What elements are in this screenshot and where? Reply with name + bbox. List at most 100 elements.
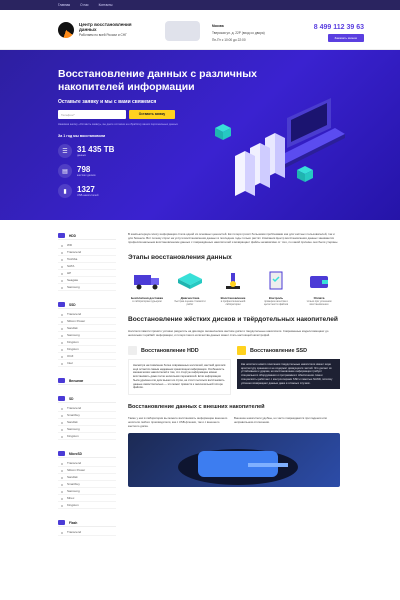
sidebar-item[interactable]: Samsung bbox=[58, 332, 116, 339]
sidebar-group: HDD WD Transcend Toshiba SATA HP Seagate Samsun… bbox=[58, 232, 116, 291]
external-text: Также у нас в лаборатории вы можете восс… bbox=[128, 416, 340, 428]
sidebar-group-title: HDD bbox=[69, 233, 76, 238]
sidebar-item[interactable]: Samsung bbox=[58, 426, 116, 433]
sidebar-item[interactable]: Sandisk bbox=[58, 474, 116, 481]
sidebar-item[interactable]: Kingston bbox=[58, 346, 116, 353]
hdd-icon: ▤ bbox=[58, 164, 72, 179]
sidebar-item[interactable]: Transcend bbox=[58, 249, 116, 256]
sidebar-item[interactable]: Silicon Power bbox=[58, 318, 116, 325]
sidebar-item[interactable]: Seagate bbox=[58, 277, 116, 284]
drive-icon bbox=[58, 378, 65, 383]
phone-block: 8 499 112 39 63 Заказать звонок bbox=[314, 24, 364, 42]
top-nav: Главная О нас Контакты bbox=[0, 0, 400, 10]
sidebar-group: MicroSD Transcend Silicon Power Sandisk Smar… bbox=[58, 450, 116, 509]
sidebar-item[interactable]: Samsung bbox=[58, 488, 116, 495]
sidebar-group-title: MicroSD bbox=[69, 451, 82, 456]
drive-icon bbox=[58, 451, 65, 456]
step-desc: проверка качества и целостности файлов bbox=[263, 300, 289, 307]
sidebar-group-title: SD bbox=[69, 396, 74, 401]
nav-item-contacts[interactable]: Контакты bbox=[99, 3, 113, 7]
step-item: Оплата только при успешном восстановлени… bbox=[300, 268, 338, 306]
card-body: Несмотря на появление более современных … bbox=[128, 359, 231, 395]
hero-title: Восстановление данных с различных накопи… bbox=[58, 68, 258, 93]
sidebar-group-header[interactable]: HDD bbox=[58, 232, 116, 240]
logo-icon[interactable] bbox=[58, 21, 74, 38]
database-icon: ☰ bbox=[58, 144, 72, 159]
hdd-intro: Носители памяти принято условно разделят… bbox=[128, 329, 329, 338]
sidebar-item[interactable]: Kingston bbox=[58, 339, 116, 346]
stat-label: USB-накопителей bbox=[77, 193, 99, 197]
main-content: В компьютерную эпоху информация стала од… bbox=[128, 232, 340, 546]
sidebar-item[interactable]: Mirex bbox=[58, 495, 116, 502]
step-desc: в профессиональной лаборатории bbox=[220, 300, 246, 307]
intro-text: В компьютерную эпоху информация стала од… bbox=[128, 232, 339, 244]
recovery-cards: Восстановление HDD Несмотря на появление… bbox=[128, 345, 340, 395]
card-body: Как носители нового поколения твердотель… bbox=[237, 359, 340, 390]
sidebar-group-title: Внешние bbox=[69, 378, 84, 383]
sidebar-item[interactable]: Intel bbox=[58, 360, 116, 367]
sidebar-item[interactable]: Kingston bbox=[58, 502, 116, 509]
sidebar-group-header[interactable]: Внешние bbox=[58, 377, 116, 385]
sidebar-item[interactable]: Transcend bbox=[58, 529, 116, 536]
sidebar-item[interactable]: Samsung bbox=[58, 284, 116, 291]
hdd-section-title: Восстановление жёстких дисков и твёрдоте… bbox=[128, 316, 338, 324]
sidebar-item[interactable]: Sandisk bbox=[58, 419, 116, 426]
stat-value: 31 435 ТВ bbox=[77, 144, 115, 154]
sidebar-group: Внешние bbox=[58, 377, 116, 385]
sidebar-item[interactable]: Smartbuy bbox=[58, 481, 116, 488]
step-desc: в лабораторию курьером bbox=[132, 300, 162, 303]
drive-icon bbox=[58, 233, 65, 238]
consent-note: Нажимая кнопку «Оставить заявку», вы дае… bbox=[58, 123, 178, 126]
sidebar-group-header[interactable]: Flash bbox=[58, 519, 116, 527]
stat-label: данных bbox=[77, 153, 86, 157]
stat-value: 1327 bbox=[77, 184, 95, 194]
sidebar-group-title: Flash bbox=[69, 520, 78, 525]
phone-number[interactable]: 8 499 112 39 63 bbox=[314, 24, 364, 31]
step-item: Восстановление в профессиональной лабора… bbox=[214, 268, 252, 306]
external-drive-image bbox=[128, 433, 340, 488]
contact-address: Тверская ул. д. 22Р (вход со двора) bbox=[212, 31, 265, 35]
sidebar-group-header[interactable]: MicroSD bbox=[58, 450, 116, 458]
sidebar-item[interactable]: Sandisk bbox=[58, 325, 116, 332]
card-hdd: Восстановление HDD Несмотря на появление… bbox=[128, 345, 231, 395]
stat-value: 798 bbox=[77, 164, 91, 174]
submit-request-button[interactable]: Оставить заявку bbox=[129, 110, 175, 119]
steps-title: Этапы восстановления данных bbox=[128, 254, 232, 261]
phone-input[interactable]: Телефон* bbox=[58, 110, 126, 119]
nav-item-about[interactable]: О нас bbox=[80, 3, 89, 7]
sidebar-item[interactable]: Kingston bbox=[58, 433, 116, 440]
checklist-icon bbox=[257, 268, 295, 294]
sidebar-group-header[interactable]: SSD bbox=[58, 301, 116, 309]
contacts-block: Москва Тверская ул. д. 22Р (вход со двор… bbox=[212, 24, 265, 42]
external-section-title: Восстановление данных с внешних накопите… bbox=[128, 403, 265, 410]
site-header: Центр восстановления данных Работаем по … bbox=[0, 10, 400, 50]
sidebar-item[interactable]: Toshiba bbox=[58, 256, 116, 263]
sidebar-item[interactable]: SATA bbox=[58, 263, 116, 270]
step-item: Диагностика быстрая оценка стоимости раб… bbox=[171, 268, 209, 306]
sidebar-item[interactable]: Transcend bbox=[58, 311, 116, 318]
sidebar-item[interactable]: OCZ bbox=[58, 353, 116, 360]
drive-icon bbox=[58, 520, 65, 525]
category-sidebar: HDD WD Transcend Toshiba SATA HP Seagate Samsun… bbox=[58, 232, 116, 546]
sidebar-item[interactable]: HP bbox=[58, 270, 116, 277]
step-item: Контроль проверка качества и целостности… bbox=[257, 268, 295, 306]
sidebar-group-title: SSD bbox=[69, 302, 76, 307]
drive-icon bbox=[58, 302, 65, 307]
sidebar-group-header[interactable]: SD bbox=[58, 395, 116, 403]
server-illustration bbox=[215, 98, 345, 196]
sidebar-item[interactable]: Silicon Power bbox=[58, 467, 116, 474]
brand: Центр восстановления данных Работаем по … bbox=[79, 22, 149, 37]
nav-item-home[interactable]: Главная bbox=[58, 3, 70, 7]
steps-list: Бесплатная доставка в лабораторию курьер… bbox=[128, 268, 340, 306]
card-title: Восстановление SSD bbox=[250, 347, 308, 354]
sidebar-item[interactable]: Transcend bbox=[58, 405, 116, 412]
sidebar-item[interactable]: Transcend bbox=[58, 460, 116, 467]
sidebar-group: SSD Transcend Silicon Power Sandisk Samsung K… bbox=[58, 301, 116, 367]
callback-button[interactable]: Заказать звонок bbox=[327, 34, 364, 42]
sidebar-item[interactable]: Smartbuy bbox=[58, 412, 116, 419]
ssd-icon bbox=[237, 346, 246, 355]
step-desc: только при успешном восстановлении bbox=[306, 300, 332, 307]
sidebar-item[interactable]: WD bbox=[58, 242, 116, 249]
wallet-icon bbox=[300, 268, 338, 294]
contact-city: Москва bbox=[212, 24, 224, 28]
